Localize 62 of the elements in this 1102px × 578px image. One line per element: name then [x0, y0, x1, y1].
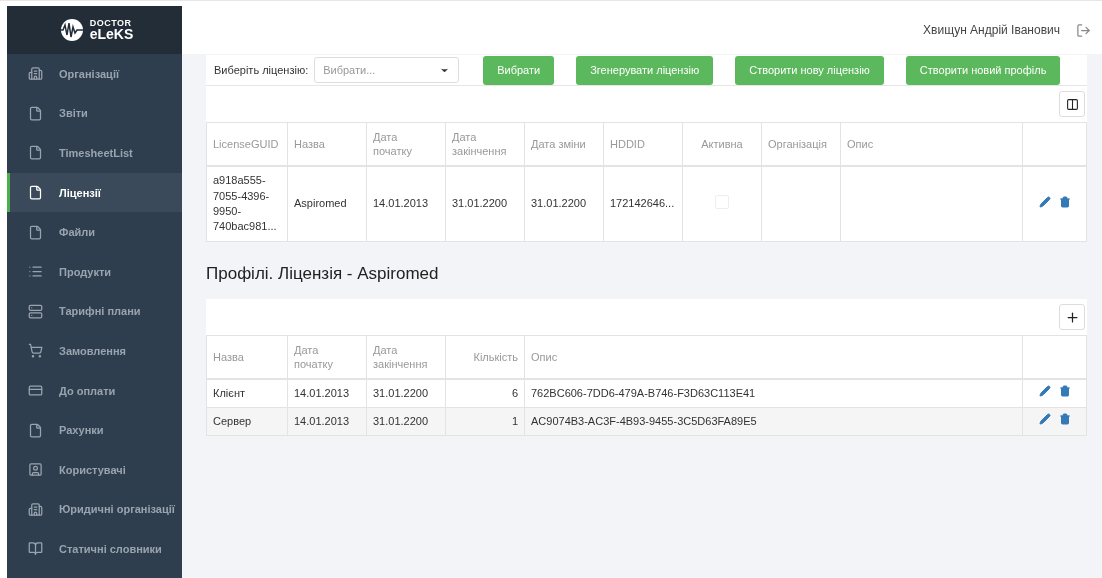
- server-icon: [28, 303, 43, 319]
- list-icon: [28, 264, 43, 280]
- sidebar-item[interactable]: Рахунки: [7, 410, 182, 450]
- delete-icon[interactable]: [1058, 195, 1071, 208]
- table-cell: 14.01.2013: [287, 407, 367, 436]
- action-button[interactable]: Створити нову ліцензію: [735, 55, 884, 85]
- columns-button[interactable]: [1059, 91, 1085, 117]
- edit-icon[interactable]: [1038, 385, 1051, 398]
- document-icon: [28, 224, 43, 240]
- document-icon: [28, 145, 43, 161]
- action-button[interactable]: Вибрати: [483, 55, 555, 85]
- action-button[interactable]: Створити новий профіль: [905, 55, 1061, 85]
- sidebar-item[interactable]: Юридичні організації: [7, 489, 182, 530]
- book-icon: [28, 541, 43, 557]
- logout-icon[interactable]: [1076, 22, 1091, 38]
- sidebar-item[interactable]: Ліцензії: [7, 172, 182, 213]
- table-cell: 14.01.2013: [287, 379, 367, 408]
- user-icon: [28, 462, 43, 478]
- table-cell: AC9074B3-AC3F-4B93-9455-3C5D63FA89E5: [524, 407, 1023, 436]
- edit-icon[interactable]: [1038, 413, 1051, 426]
- plus-icon: [1064, 309, 1080, 325]
- user-name: Хвищун Андрій Іванович: [923, 23, 1060, 37]
- sidebar-item[interactable]: Замовлення: [7, 331, 182, 371]
- columns-icon: [1065, 97, 1079, 111]
- table-cell: 31.01.2200: [366, 407, 446, 436]
- section-title: Профілі. Ліцензія - Aspiromed: [206, 264, 440, 284]
- delete-icon[interactable]: [1058, 385, 1071, 398]
- table-cell: 14.01.2013: [366, 166, 446, 242]
- logo-text: DOCTOR eLeKS: [89, 19, 134, 41]
- table-cell: 762BC606-7DD6-479A-B746-F3D63C113E41: [524, 379, 1023, 408]
- license-select[interactable]: Вибрати...: [314, 57, 460, 83]
- table-cell: Aspiromed: [287, 166, 367, 242]
- table-cell: Клієнт: [206, 379, 288, 408]
- document-icon: [28, 185, 43, 201]
- sidebar-item[interactable]: Статичні словники: [7, 529, 182, 569]
- edit-icon[interactable]: [1038, 195, 1051, 208]
- table-cell: 31.01.2200: [445, 166, 525, 242]
- table-cell: 172142646...: [603, 166, 683, 242]
- sidebar-item[interactable]: TimesheetList: [7, 133, 182, 173]
- sidebar-item[interactable]: Тарифні плани: [7, 291, 182, 332]
- sidebar-item[interactable]: Продукти: [7, 251, 182, 292]
- sidebar-item[interactable]: До оплати: [7, 370, 182, 411]
- table-cell: Сервер: [206, 407, 288, 436]
- add-button[interactable]: [1059, 304, 1085, 330]
- sidebar-item[interactable]: Звіти: [7, 93, 182, 134]
- cart-icon: [28, 343, 43, 359]
- building-icon: [28, 501, 43, 517]
- sidebar-item[interactable]: Користувачі: [7, 449, 182, 490]
- sidebar-item[interactable]: Файли: [7, 212, 182, 252]
- building-icon: [28, 66, 43, 82]
- select-label: Виберіть ліцензію:: [214, 64, 309, 76]
- table-cell: 6: [445, 379, 525, 408]
- action-button[interactable]: Згенерувати ліцензію: [576, 55, 714, 85]
- table-cell: 1: [445, 407, 525, 436]
- sidebar-item[interactable]: Організації: [7, 54, 182, 94]
- document-icon: [28, 422, 43, 438]
- table-cell: 31.01.2200: [366, 379, 446, 408]
- delete-icon[interactable]: [1058, 413, 1071, 426]
- document-icon: [28, 105, 43, 121]
- card-icon: [28, 383, 43, 399]
- table-cell: a918a555-7055-4396-9950-740bac981...: [206, 166, 288, 242]
- table-cell: 31.01.2200: [524, 166, 604, 242]
